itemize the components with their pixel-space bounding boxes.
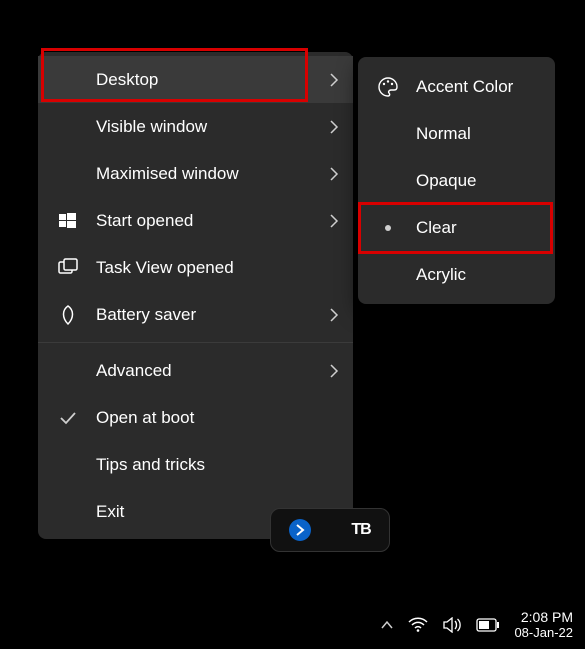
context-menu-main: Desktop Visible window Maximised window …	[38, 52, 353, 539]
menu-item-open-at-boot[interactable]: Open at boot	[38, 394, 353, 441]
submenu-item-normal[interactable]: Normal	[358, 110, 555, 157]
taskbar-clock[interactable]: 2:08 PM 08-Jan-22	[514, 609, 573, 640]
menu-item-tips-and-tricks[interactable]: Tips and tricks	[38, 441, 353, 488]
battery-icon[interactable]	[476, 618, 500, 632]
menu-item-label: Tips and tricks	[82, 455, 339, 475]
menu-item-label: Desktop	[82, 70, 329, 90]
chevron-right-icon	[329, 364, 339, 378]
menu-item-label: Acrylic	[402, 265, 541, 285]
menu-separator	[38, 342, 353, 343]
selected-dot-icon	[374, 225, 402, 231]
menu-item-label: Start opened	[82, 211, 329, 231]
chevron-right-icon	[329, 167, 339, 181]
menu-item-battery-saver[interactable]: Battery saver	[38, 291, 353, 338]
context-menu-accent-color: Accent Color Normal Opaque Clear Acrylic	[358, 57, 555, 304]
chevron-right-icon	[329, 73, 339, 87]
leaf-icon	[54, 304, 82, 326]
check-icon	[54, 411, 82, 425]
submenu-item-opaque[interactable]: Opaque	[358, 157, 555, 204]
taskbar: 2:08 PM 08-Jan-22	[0, 601, 585, 649]
menu-item-desktop[interactable]: Desktop	[38, 56, 353, 103]
taskbar-pinned-area: TB	[270, 508, 390, 552]
tray-app-icon[interactable]	[289, 519, 311, 541]
menu-item-maximised-window[interactable]: Maximised window	[38, 150, 353, 197]
submenu-item-acrylic[interactable]: Acrylic	[358, 251, 555, 298]
chevron-right-icon	[329, 214, 339, 228]
menu-item-label: Task View opened	[82, 258, 339, 278]
volume-icon[interactable]	[442, 617, 462, 633]
menu-item-label: Visible window	[82, 117, 329, 137]
submenu-item-clear[interactable]: Clear	[358, 204, 555, 251]
submenu-header: Accent Color	[358, 63, 555, 110]
menu-item-label: Opaque	[402, 171, 541, 191]
tray-tb-icon[interactable]: TB	[351, 521, 370, 539]
menu-item-visible-window[interactable]: Visible window	[38, 103, 353, 150]
menu-item-label: Maximised window	[82, 164, 329, 184]
menu-item-label: Open at boot	[82, 408, 339, 428]
menu-item-task-view-opened[interactable]: Task View opened	[38, 244, 353, 291]
wifi-icon[interactable]	[408, 617, 428, 633]
submenu-title-label: Accent Color	[402, 77, 541, 97]
chevron-right-icon	[329, 308, 339, 322]
chevron-right-icon	[329, 120, 339, 134]
menu-item-label: Normal	[402, 124, 541, 144]
windows-start-icon	[54, 211, 82, 231]
menu-item-label: Battery saver	[82, 305, 329, 325]
palette-icon	[374, 76, 402, 98]
task-view-icon	[54, 258, 82, 278]
menu-item-advanced[interactable]: Advanced	[38, 347, 353, 394]
menu-item-start-opened[interactable]: Start opened	[38, 197, 353, 244]
clock-date: 08-Jan-22	[514, 626, 573, 641]
clock-time: 2:08 PM	[514, 609, 573, 625]
menu-item-label: Advanced	[82, 361, 329, 381]
menu-item-label: Clear	[402, 218, 541, 238]
tray-overflow-chevron-icon[interactable]	[380, 620, 394, 630]
